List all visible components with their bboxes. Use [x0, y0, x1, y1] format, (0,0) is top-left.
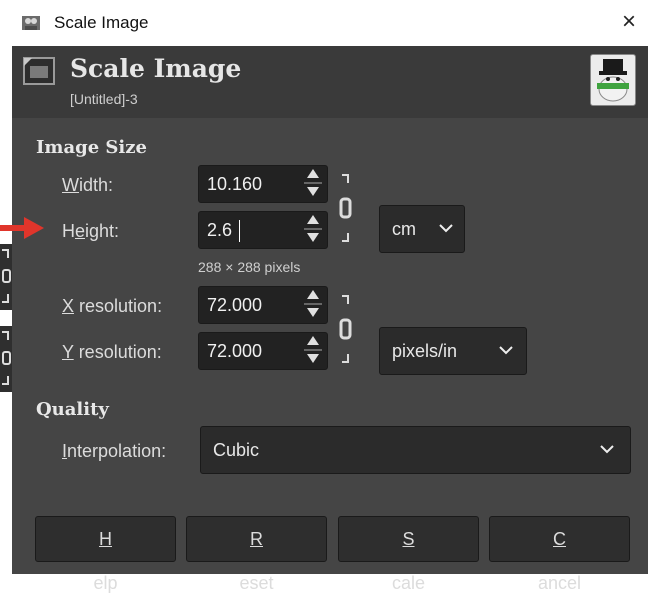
pixel-size-readout: 288 × 288 pixels — [198, 259, 301, 275]
scale-button[interactable]: Scale — [338, 516, 479, 593]
image-icon — [23, 57, 55, 85]
resolution-unit-select[interactable]: pixels/in — [379, 327, 527, 375]
y-resolution-spin[interactable] — [304, 336, 322, 366]
side-chain-fragment-1 — [0, 244, 12, 310]
height-value: 2.6 — [207, 220, 233, 240]
header-title: Scale Image — [70, 54, 242, 83]
width-field[interactable]: 10.160 — [198, 165, 328, 203]
quality-heading: Quality — [36, 399, 109, 420]
reset-button[interactable]: Reset — [186, 516, 327, 593]
dialog-header: Scale Image [Untitled]-3 — [12, 46, 648, 118]
height-label: Height: — [62, 221, 120, 241]
height-field[interactable]: 2.6 — [198, 211, 328, 249]
close-button[interactable]: × — [622, 8, 636, 36]
header-subtitle: [Untitled]-3 — [70, 91, 138, 107]
y-resolution-value: 72.000 — [207, 341, 263, 361]
title-bar: Scale Image × — [12, 0, 648, 46]
chevron-down-icon — [439, 224, 453, 233]
x-resolution-field[interactable]: 72.000 — [198, 286, 328, 324]
resolution-unit-value: pixels/in — [392, 341, 458, 361]
interpolation-label: Interpolation: — [62, 441, 167, 461]
chevron-down-icon — [600, 445, 614, 454]
height-spin[interactable] — [304, 215, 322, 245]
chain-link-icon[interactable] — [338, 173, 354, 243]
y-resolution-label: Y resolution: — [62, 342, 162, 362]
width-label: Width: — [62, 175, 114, 195]
x-resolution-value: 72.000 — [207, 295, 263, 315]
unit-value: cm — [392, 219, 416, 239]
interpolation-value: Cubic — [213, 440, 260, 460]
window-title: Scale Image — [54, 13, 149, 32]
gimp-wilber-icon — [22, 16, 40, 30]
side-chain-fragment-2 — [0, 326, 12, 392]
wilber-icon — [590, 54, 636, 106]
y-resolution-field[interactable]: 72.000 — [198, 332, 328, 370]
help-button[interactable]: Help — [35, 516, 176, 593]
cancel-button[interactable]: Cancel — [489, 516, 630, 593]
image-size-heading: Image Size — [36, 137, 147, 158]
width-value: 10.160 — [207, 174, 263, 194]
x-resolution-spin[interactable] — [304, 290, 322, 320]
chevron-down-icon — [499, 346, 513, 355]
pointer-arrow-icon — [0, 217, 44, 239]
resolution-chain-link-icon[interactable] — [338, 294, 354, 364]
interpolation-select[interactable]: Cubic — [200, 426, 631, 474]
scale-image-dialog: Scale Image × Scale Image [Untitled]-3 I… — [12, 0, 648, 593]
chain-link-icon — [2, 331, 11, 385]
width-spin[interactable] — [304, 169, 322, 199]
unit-select[interactable]: cm — [379, 205, 465, 253]
chain-link-icon — [2, 249, 11, 303]
x-resolution-label: X resolution: — [62, 296, 163, 316]
